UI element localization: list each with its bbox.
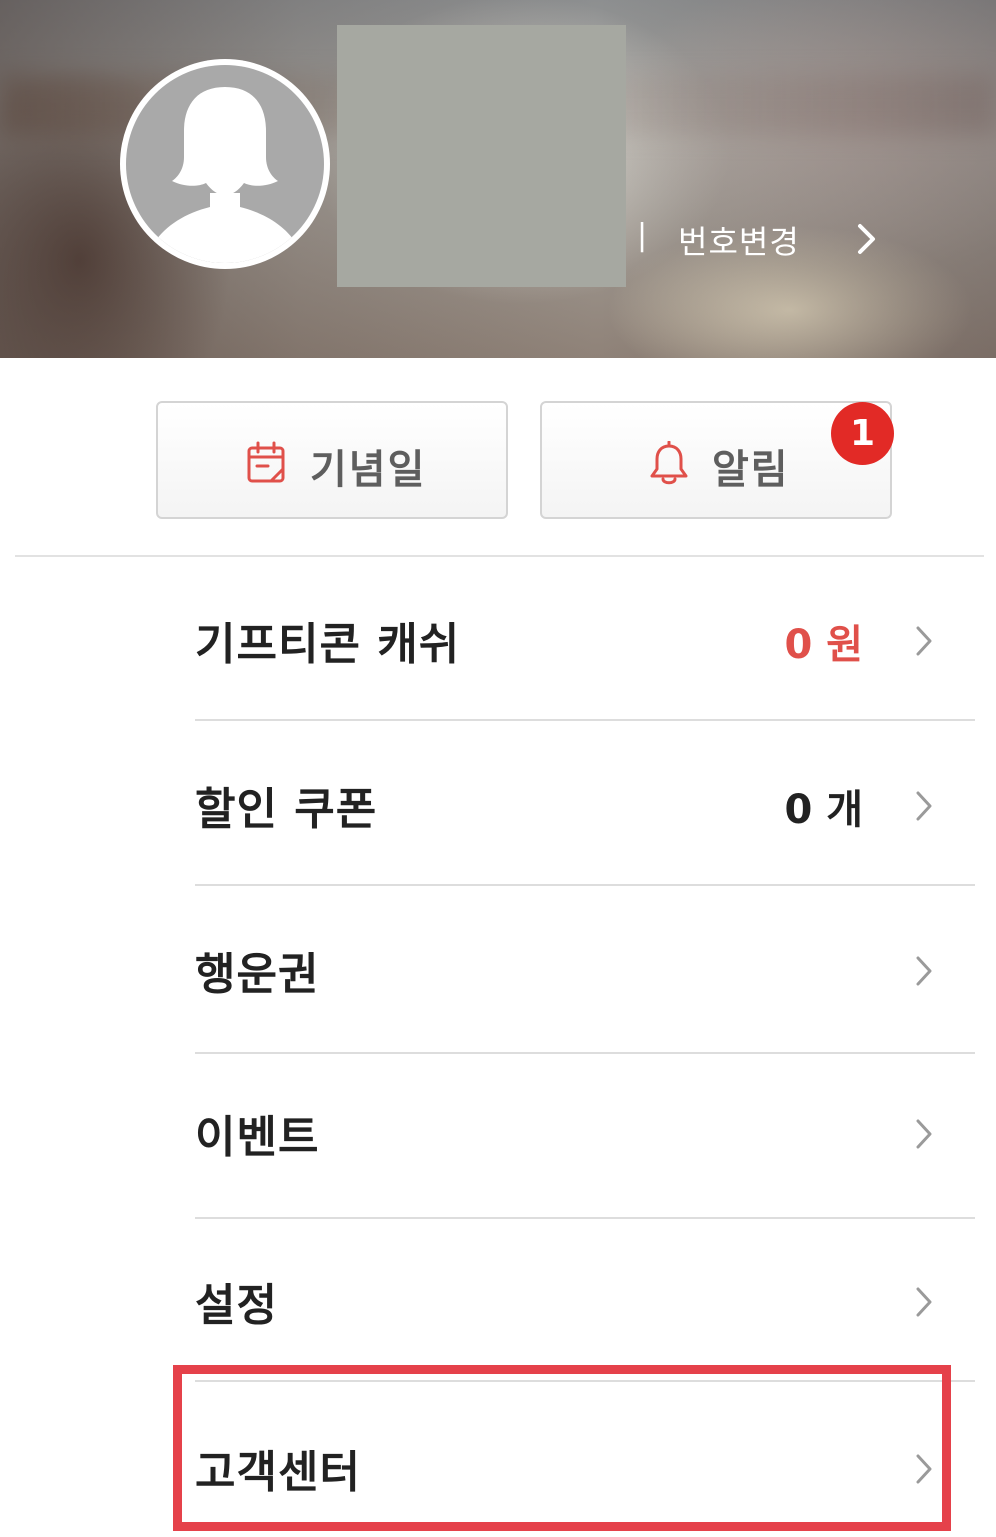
divider — [195, 1052, 975, 1054]
menu-item-label: 기프티콘 캐쉬 — [195, 619, 461, 670]
chevron-right-icon — [916, 1454, 932, 1484]
divider — [195, 1217, 975, 1219]
chevron-right-icon — [916, 1119, 932, 1149]
divider — [15, 555, 984, 557]
phone-separator: | — [637, 218, 648, 253]
change-number-link[interactable]: 번호변경 — [678, 217, 800, 263]
divider — [195, 884, 975, 886]
discount-coupon-count: 0 개 — [784, 787, 863, 833]
profile-header: | 번호변경 — [0, 0, 996, 358]
anniversary-button[interactable]: 기념일 — [156, 401, 508, 519]
calendar-icon — [247, 441, 285, 483]
menu-item-customer-center[interactable]: 고객센터 — [195, 1428, 975, 1508]
notification-label: 알림 — [712, 447, 790, 493]
chevron-right-icon[interactable] — [852, 222, 880, 256]
chevron-right-icon — [916, 1287, 932, 1317]
menu-item-label: 할인 쿠폰 — [195, 784, 378, 835]
notification-badge: 1 — [831, 402, 894, 465]
divider — [195, 719, 975, 721]
menu-item-label: 이벤트 — [195, 1112, 320, 1163]
user-name-redacted — [337, 25, 626, 287]
menu-item-settings[interactable]: 설정 — [195, 1261, 975, 1341]
menu-item-event[interactable]: 이벤트 — [195, 1093, 975, 1173]
chevron-right-icon — [916, 956, 932, 986]
menu-item-label: 설정 — [195, 1280, 278, 1331]
bell-icon — [650, 441, 688, 485]
gifticon-cash-value: 0 원 — [784, 622, 863, 668]
chevron-right-icon — [916, 791, 932, 821]
divider — [195, 1380, 975, 1382]
menu-item-gifticon-cash[interactable]: 기프티콘 캐쉬 0 원 — [195, 600, 975, 680]
menu-item-lucky-ticket[interactable]: 행운권 — [195, 930, 975, 1010]
user-silhouette-icon — [126, 65, 324, 263]
anniversary-label: 기념일 — [310, 447, 427, 493]
avatar[interactable] — [120, 59, 330, 269]
chevron-right-icon — [916, 626, 932, 656]
menu-item-label: 행운권 — [195, 949, 320, 1000]
menu-item-label: 고객센터 — [195, 1447, 361, 1498]
menu-item-discount-coupon[interactable]: 할인 쿠폰 0 개 — [195, 765, 975, 845]
